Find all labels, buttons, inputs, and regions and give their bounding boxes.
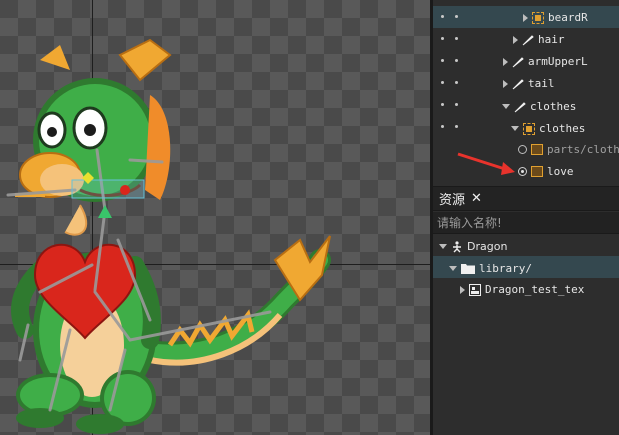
lock-dot[interactable] (455, 59, 458, 62)
assets-panel-header: 资源 ✕ (433, 186, 619, 211)
tree-row-tail[interactable]: tail (433, 72, 619, 94)
image-node-icon (532, 11, 544, 24)
lock-dot[interactable] (455, 125, 458, 128)
assets-tab-title[interactable]: 资源 (439, 189, 465, 208)
visibility-dot[interactable] (441, 59, 444, 62)
tree-row-label: clothes (539, 122, 586, 135)
picture-icon (531, 166, 543, 177)
tree-row-armupperl[interactable]: armUpperL (433, 50, 619, 72)
asset-row-library[interactable]: library/ (433, 256, 619, 278)
texture-icon (469, 283, 481, 296)
folder-icon (461, 263, 475, 274)
assets-search-box (433, 212, 619, 234)
visibility-dot[interactable] (441, 125, 444, 128)
collapse-arrow-icon[interactable] (511, 126, 519, 131)
visibility-dot[interactable] (441, 103, 444, 106)
lock-dot[interactable] (455, 81, 458, 84)
annotation-arrow-icon (457, 152, 515, 175)
image-node-icon (523, 122, 535, 135)
tree-row-hair[interactable]: hair (433, 28, 619, 50)
collapse-arrow-icon[interactable] (439, 244, 447, 249)
tree-row-label: beardR (548, 11, 588, 24)
collapse-arrow-icon[interactable] (502, 104, 510, 109)
bone-icon (512, 78, 524, 90)
tree-row-label: parts/cloth (547, 143, 619, 156)
close-icon[interactable]: ✕ (471, 191, 482, 206)
tree-row-label: armUpperL (528, 55, 588, 68)
visibility-dot[interactable] (441, 37, 444, 40)
asset-label: library/ (479, 262, 532, 275)
visibility-dot[interactable] (441, 81, 444, 84)
bone-icon (512, 56, 524, 68)
tree-row-beardr[interactable]: beardR (433, 6, 619, 28)
tree-row-label: love (547, 165, 574, 178)
dragon-character[interactable] (0, 0, 430, 435)
expand-arrow-icon[interactable] (460, 285, 465, 294)
expand-arrow-icon[interactable] (503, 79, 508, 88)
asset-row-dragon[interactable]: Dragon (433, 234, 619, 256)
tree-row-label: tail (528, 77, 555, 90)
picture-icon (531, 144, 543, 155)
expand-arrow-icon[interactable] (513, 35, 518, 44)
asset-label: Dragon (467, 240, 508, 253)
lock-dot[interactable] (455, 37, 458, 40)
tree-row-clothes-bone[interactable]: clothes (433, 94, 619, 116)
bone-icon (522, 34, 534, 46)
armature-icon (451, 240, 463, 253)
visibility-dot[interactable] (441, 15, 444, 18)
lock-dot[interactable] (455, 15, 458, 18)
expand-arrow-icon[interactable] (523, 13, 528, 22)
collapse-arrow-icon[interactable] (449, 266, 457, 271)
tree-row-label: hair (538, 33, 565, 46)
right-panel: beardR hair armUpperL tail clothes cloth… (433, 0, 619, 435)
bone-icon (514, 101, 526, 113)
lock-dot[interactable] (455, 103, 458, 106)
asset-row-dragon-test-tex[interactable]: Dragon_test_tex (433, 278, 619, 300)
scene-canvas[interactable] (0, 0, 430, 435)
tree-row-clothes-slot[interactable]: clothes (433, 116, 619, 138)
tree-row-label: clothes (530, 100, 577, 113)
asset-label: Dragon_test_tex (485, 283, 585, 296)
search-input[interactable] (437, 215, 617, 230)
expand-arrow-icon[interactable] (503, 57, 508, 66)
